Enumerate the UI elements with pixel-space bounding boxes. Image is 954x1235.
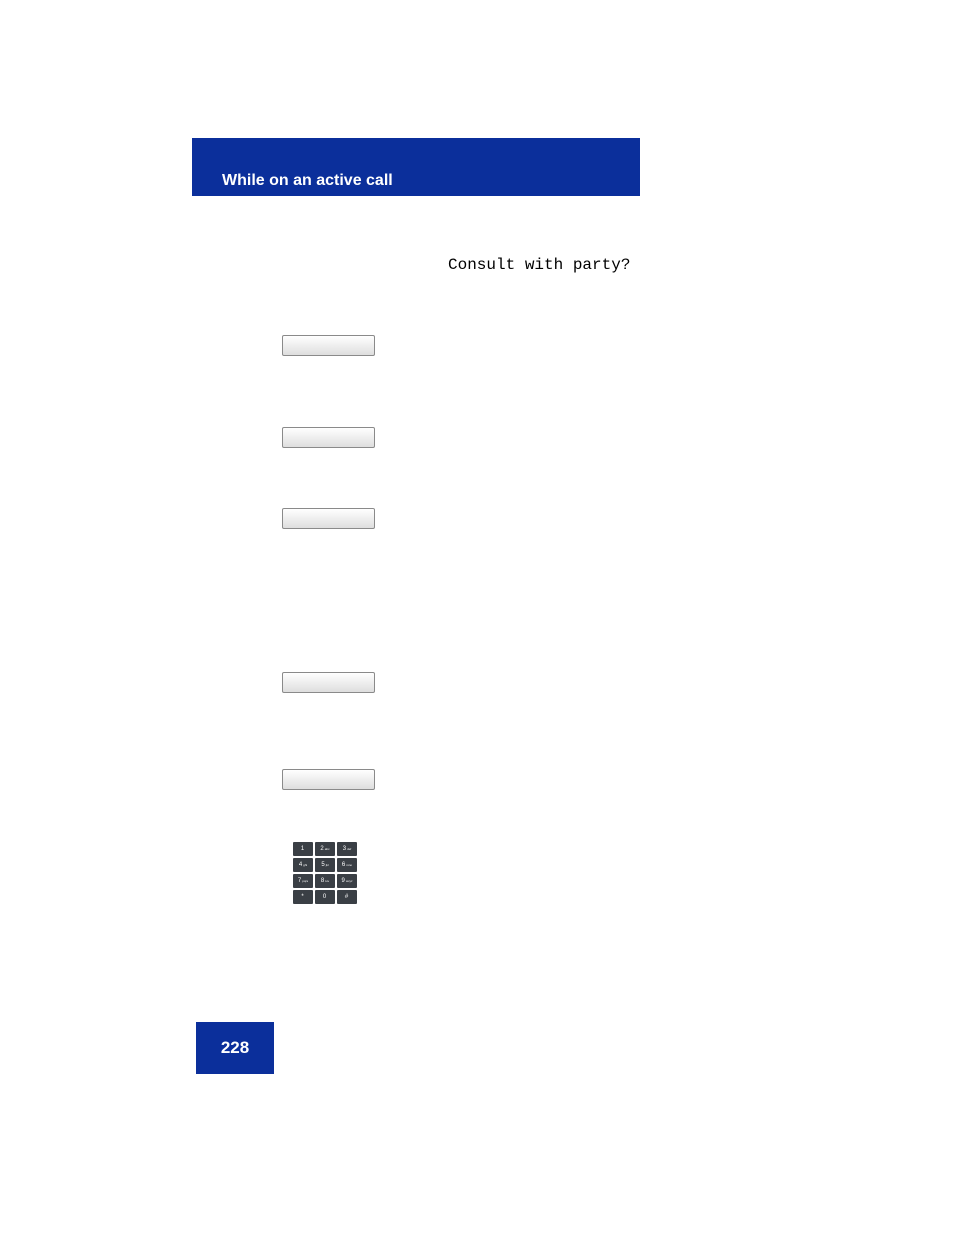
key-sub: ghi [303, 864, 307, 867]
key-sub: def [347, 848, 351, 851]
key-num: 4 [299, 862, 302, 868]
page-number: 228 [221, 1038, 249, 1058]
key-sub: jkl [326, 864, 329, 867]
key-star[interactable]: * [293, 890, 313, 904]
key-sub: mno [346, 864, 352, 867]
keypad-row: 7pqrs 8tuv 9wxyz [293, 874, 359, 888]
page-header-title: While on an active call [222, 172, 393, 190]
key-9[interactable]: 9wxyz [337, 874, 357, 888]
key-num: 7 [298, 878, 301, 884]
key-4[interactable]: 4ghi [293, 858, 313, 872]
key-5[interactable]: 5jkl [315, 858, 335, 872]
key-0[interactable]: 0 [315, 890, 335, 904]
key-num: 3 [343, 846, 346, 852]
key-num: 2 [320, 846, 323, 852]
key-3[interactable]: 3def [337, 842, 357, 856]
key-1[interactable]: 1 [293, 842, 313, 856]
key-2[interactable]: 2abc [315, 842, 335, 856]
key-num: 8 [321, 878, 324, 884]
dialpad-keypad: 1 2abc 3def 4ghi 5jkl 6mno 7pqrs 8tuv 9w… [293, 842, 359, 906]
keypad-row: * 0 # [293, 890, 359, 904]
key-num: # [345, 894, 348, 900]
key-sub: wxyz [346, 880, 353, 883]
key-sub: pqrs [302, 880, 308, 883]
softkey-button-2[interactable] [282, 427, 375, 448]
key-hash[interactable]: # [337, 890, 357, 904]
key-num: 5 [321, 862, 324, 868]
softkey-button-5[interactable] [282, 769, 375, 790]
key-6[interactable]: 6mno [337, 858, 357, 872]
key-sub: abc [325, 848, 330, 851]
key-num: 1 [301, 846, 304, 852]
keypad-row: 1 2abc 3def [293, 842, 359, 856]
key-7[interactable]: 7pqrs [293, 874, 313, 888]
keypad-row: 4ghi 5jkl 6mno [293, 858, 359, 872]
key-8[interactable]: 8tuv [315, 874, 335, 888]
softkey-button-4[interactable] [282, 672, 375, 693]
consult-prompt-text: Consult with party? [448, 256, 630, 274]
key-sub: tuv [325, 880, 329, 883]
key-num: 6 [342, 862, 345, 868]
key-num: * [301, 894, 303, 900]
softkey-button-3[interactable] [282, 508, 375, 529]
softkey-button-1[interactable] [282, 335, 375, 356]
page-number-box: 228 [196, 1022, 274, 1074]
key-num: 0 [323, 894, 326, 900]
document-page: While on an active call Consult with par… [0, 0, 954, 1235]
key-num: 9 [341, 878, 344, 884]
